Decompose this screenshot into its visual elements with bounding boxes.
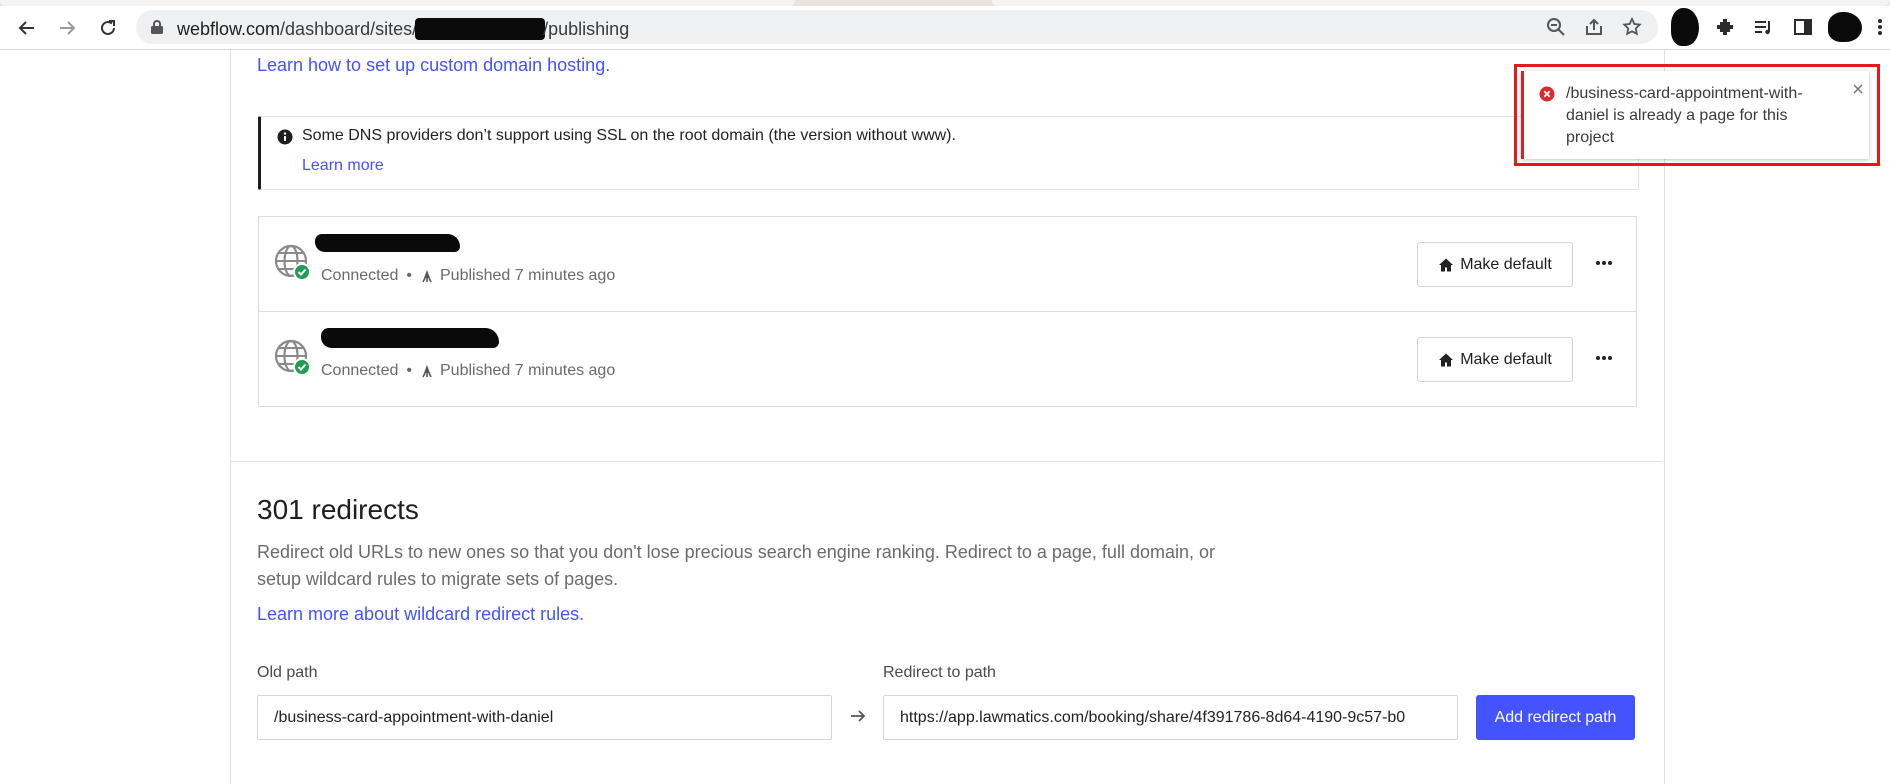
error-icon [1539,86,1555,107]
ssl-learn-more-link[interactable]: Learn more [302,157,384,175]
reading-list-icon[interactable] [1752,16,1776,40]
more-options-icon[interactable] [1589,345,1619,371]
custom-domain-help-link[interactable]: Learn how to set up custom domain hostin… [257,55,610,76]
redacted-domain-name [321,328,499,348]
profile-avatar[interactable] [1828,12,1862,42]
page-gutter [0,50,230,784]
kebab-menu-icon[interactable] [1876,16,1888,40]
redirect-path-input[interactable] [883,695,1458,740]
url-text: webflow.com/dashboard/sites/ /publishing [177,18,629,40]
error-toast: /business-card-appointment-with-daniel i… [1521,71,1869,159]
home-icon [1438,352,1454,368]
lock-icon [150,19,164,40]
domain-status: Connected • Published 7 minutes ago [321,267,615,285]
redirects-description: Redirect old URLs to new ones so that yo… [257,542,1215,589]
redirect-path-label: Redirect to path [883,664,996,681]
extensions-icon[interactable] [1715,16,1739,40]
old-path-label: Old path [257,664,318,681]
separator: • [406,267,412,284]
ssl-info-text: Some DNS providers don’t support using S… [302,127,956,144]
more-options-icon[interactable] [1589,250,1619,276]
close-icon[interactable] [1850,81,1866,97]
domain-card: Connected • Published 7 minutes ago Make… [258,216,1637,312]
bookmark-star-icon[interactable] [1622,16,1642,37]
published-time: Published 7 minutes ago [440,267,616,284]
domain-status: Connected • Published 7 minutes ago [321,362,615,380]
wildcard-rules-link[interactable]: Learn more about wildcard redirect rules… [257,604,584,625]
published-time: Published 7 minutes ago [440,362,616,379]
add-redirect-button[interactable]: Add redirect path [1476,695,1635,740]
make-default-label: Make default [1460,255,1552,273]
side-panel-icon[interactable] [1792,16,1816,40]
domain-card: Connected • Published 7 minutes ago Make… [258,311,1637,407]
zoom-icon[interactable] [1546,17,1566,37]
globe-icon [274,339,312,377]
toast-message: /business-card-appointment-with-daniel i… [1566,85,1803,146]
address-bar[interactable]: webflow.com/dashboard/sites/ /publishing [136,10,1658,44]
arrow-right-icon [849,707,867,730]
browser-toolbar: webflow.com/dashboard/sites/ /publishing [0,6,1890,50]
ssl-info-callout: Some DNS providers don’t support using S… [258,116,1639,190]
profile-avatar[interactable] [1671,8,1699,46]
connection-status: Connected [321,267,399,284]
redacted-site-id [415,18,546,40]
info-icon [277,129,293,150]
make-default-label: Make default [1460,350,1552,368]
url-host: webflow.com [177,19,281,39]
redacted-domain-name [315,234,460,252]
url-path-prefix: /dashboard/sites/ [280,19,418,39]
old-path-input[interactable] [257,695,832,740]
url-path-suffix: /publishing [543,19,630,39]
connection-status: Connected [321,362,399,379]
globe-icon [274,244,312,282]
share-icon[interactable] [1584,17,1604,37]
reload-icon[interactable] [94,14,122,42]
separator: • [406,362,412,379]
make-default-button[interactable]: Make default [1417,337,1573,382]
home-icon [1438,257,1454,273]
section-divider [231,461,1662,462]
redirects-title: 301 redirects [257,494,419,525]
rocket-icon [420,269,434,283]
rocket-icon [420,364,434,378]
back-icon[interactable] [13,14,41,42]
make-default-button[interactable]: Make default [1417,242,1573,287]
forward-icon[interactable] [53,14,81,42]
